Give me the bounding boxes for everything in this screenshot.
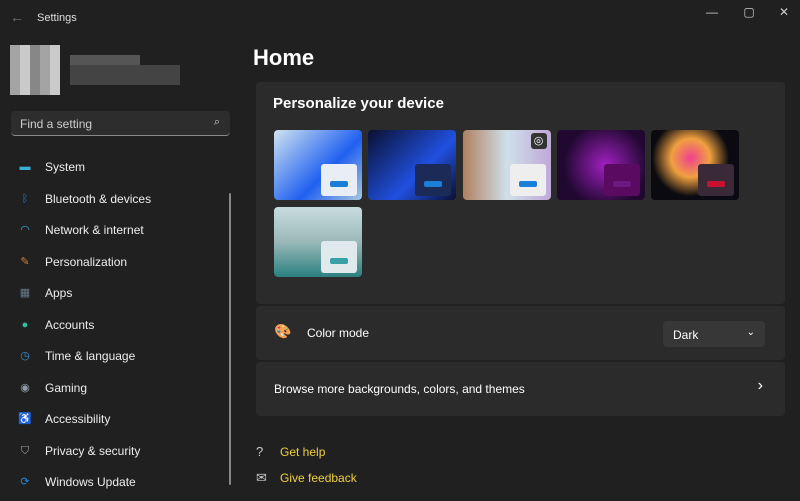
user-name-redacted [70, 55, 140, 65]
avatar[interactable] [10, 45, 60, 95]
sidebar-item-network-internet[interactable]: ◠ Network & internet [10, 216, 220, 244]
sidebar-item-accessibility[interactable]: ♿ Accessibility [10, 405, 220, 433]
give-feedback-link[interactable]: Give feedback [280, 471, 357, 485]
search-icon: ⌕ [213, 116, 220, 128]
slideshow-icon: ◎ [530, 133, 547, 149]
theme-accent-bar [424, 181, 443, 187]
sidebar-item-label: Bluetooth & devices [45, 191, 152, 206]
maximize-button[interactable]: ▢ [737, 5, 761, 19]
theme-window-preview [698, 164, 735, 196]
close-button[interactable]: ✕ [772, 5, 796, 19]
sidebar-item-personalization[interactable]: ✎ Personalization [10, 248, 220, 276]
theme-thumbnail[interactable]: ◎ [462, 130, 551, 200]
accessibility-icon: ♿ [18, 413, 32, 425]
minimize-button[interactable]: — [700, 5, 724, 19]
sidebar-item-system[interactable]: ▬ System [10, 153, 220, 181]
sidebar-item-windows-update[interactable]: ⟳ Windows Update [10, 468, 220, 496]
color-mode-value: Dark [673, 328, 699, 342]
chevron-down-icon: ⌄ [746, 327, 755, 338]
theme-window-preview [321, 241, 357, 273]
app-title: Settings [37, 12, 77, 24]
get-help-link[interactable]: Get help [280, 445, 325, 459]
title-bar: ← Settings — ▢ ✕ [0, 0, 800, 36]
theme-accent-bar [518, 181, 537, 187]
theme-window-preview [509, 164, 546, 196]
system-icon: ▬ [19, 161, 31, 173]
theme-thumbnail[interactable] [274, 207, 362, 277]
theme-thumbnail[interactable] [651, 130, 740, 200]
sidebar-item-label: System [45, 160, 86, 174]
personalize-title: Personalize your device [273, 95, 444, 112]
feedback-icon: ✉ [256, 470, 267, 485]
color-mode-dropdown[interactable]: Dark ⌄ [663, 321, 765, 347]
sidebar-item-time-language[interactable]: ◷ Time & language [10, 342, 220, 370]
sidebar-item-label: Privacy & security [45, 443, 141, 458]
sidebar-scrollbar[interactable] [229, 193, 231, 485]
help-icon: ? [256, 444, 264, 459]
theme-window-preview [415, 164, 452, 196]
search-input[interactable]: Find a setting ⌕ [11, 111, 230, 136]
palette-icon: 🎨 [274, 323, 292, 339]
windows-update-icon: ⟳ [20, 476, 30, 488]
personalization-icon: ✎ [20, 255, 30, 268]
theme-accent-bar [330, 258, 348, 264]
theme-accent-bar [707, 181, 726, 187]
theme-window-preview [321, 164, 357, 196]
sidebar-item-label: Personalization [45, 254, 128, 269]
theme-accent-bar [330, 181, 348, 187]
sidebar-item-label: Gaming [45, 380, 88, 395]
theme-accent-bar [612, 181, 631, 187]
apps-icon: ▦ [19, 287, 31, 299]
browse-themes-label: Browse more backgrounds, colors, and the… [274, 382, 525, 396]
network-internet-icon: ◠ [20, 224, 30, 236]
bluetooth-devices-icon: ᛒ [21, 192, 29, 205]
sidebar-item-bluetooth-devices[interactable]: ᛒ Bluetooth & devices [10, 185, 220, 213]
sidebar-item-accounts[interactable]: ● Accounts [10, 311, 220, 339]
sidebar-item-label: Network & internet [45, 223, 144, 237]
theme-thumbnail[interactable] [556, 130, 645, 200]
privacy-security-icon: ⛉ [20, 444, 30, 457]
browse-themes-row[interactable]: Browse more backgrounds, colors, and the… [256, 362, 785, 416]
theme-thumbnail[interactable] [274, 130, 362, 200]
back-button[interactable]: ← [10, 9, 24, 25]
search-placeholder: Find a setting [20, 117, 93, 131]
page-title: Home [253, 45, 315, 70]
theme-thumbnail[interactable] [368, 130, 457, 200]
color-mode-label: Color mode [307, 326, 370, 340]
sidebar-item-label: Accessibility [45, 412, 111, 426]
sidebar-item-label: Apps [45, 286, 73, 300]
sidebar-item-gaming[interactable]: ◉ Gaming [10, 374, 220, 402]
sidebar-item-label: Time & language [45, 349, 136, 363]
user-email-redacted [70, 65, 180, 85]
color-mode-row: 🎨 Color mode Dark ⌄ [256, 306, 785, 360]
chevron-right-icon: › [757, 377, 763, 394]
sidebar-item-privacy-security[interactable]: ⛉ Privacy & security [10, 437, 220, 465]
theme-window-preview [603, 164, 640, 196]
accounts-icon: ● [21, 318, 29, 331]
sidebar-item-label: Windows Update [45, 475, 136, 489]
sidebar-item-apps[interactable]: ▦ Apps [10, 279, 220, 307]
gaming-icon: ◉ [20, 381, 30, 394]
sidebar-item-label: Accounts [45, 317, 95, 332]
time-language-icon: ◷ [20, 350, 30, 362]
